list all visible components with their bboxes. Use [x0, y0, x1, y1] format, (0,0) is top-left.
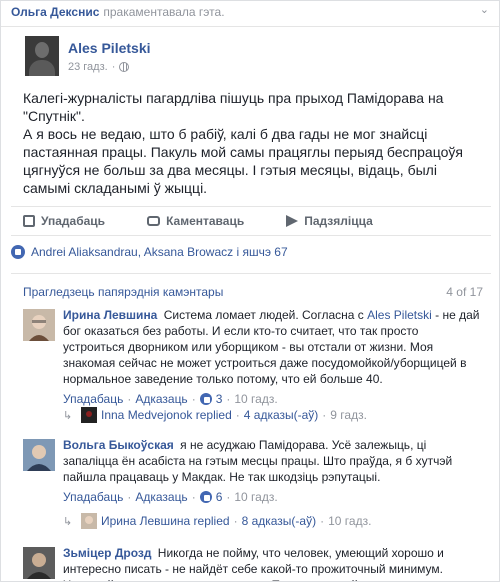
- likes-summary[interactable]: Andrei Aliaksandrau, Aksana Browacz і яш…: [11, 245, 491, 259]
- commenter-avatar[interactable]: [23, 439, 55, 471]
- activity-user-link[interactable]: Ольга Декснис: [11, 5, 99, 26]
- comments-count: 4 of 17: [446, 285, 483, 299]
- comment-reply-link[interactable]: Адказаць: [135, 391, 187, 407]
- reply-time: 9 гадз.: [330, 408, 367, 422]
- comment-body: Ирина Левшина Система ломает людей. Согл…: [63, 307, 483, 407]
- replier-avatar: [81, 407, 97, 423]
- reply-arrow-icon: ↳: [63, 409, 73, 422]
- like-badge-icon: [199, 393, 212, 405]
- comment-time[interactable]: 10 гадз.: [234, 391, 277, 407]
- replies-row[interactable]: ↳ Inna Medvejonok replied · 4 адказы(-аў…: [63, 407, 483, 423]
- comment-body: Вольга Быкоўская я не асуджаю Памідорава…: [63, 437, 483, 505]
- like-label: Упадабаць: [41, 214, 106, 228]
- replies-count[interactable]: 4 адказы(-аў): [244, 408, 319, 422]
- comment-icon: [147, 216, 161, 226]
- thumbs-up-icon: [23, 215, 35, 227]
- commenter-name[interactable]: Зьміцер Дрозд: [63, 546, 151, 560]
- commenter-name[interactable]: Вольга Быкоўская: [63, 438, 174, 452]
- comment-body: Зьміцер Дрозд Никогда не пойму, что чело…: [63, 545, 483, 581]
- commenter-avatar[interactable]: [23, 547, 55, 579]
- mention-link[interactable]: Ales Piletski: [367, 308, 432, 322]
- replier-name[interactable]: Inna Medvejonok replied: [101, 408, 232, 422]
- like-badge-icon: [11, 245, 25, 259]
- comment-actions: Упадабаць · Адказаць · 6 · 10 гадз.: [63, 489, 278, 505]
- post-text: Калегі-журналісты пагардліва пішуць пра …: [23, 89, 483, 197]
- activity-strip: Ольга Декснис пракаментавала гэта. ⌄: [1, 1, 499, 27]
- meta-dot: ·: [111, 61, 116, 73]
- chevron-down-icon[interactable]: ⌄: [480, 3, 489, 26]
- post-paragraph: Калегі-журналісты пагардліва пішуць пра …: [23, 90, 444, 124]
- reply-time: 10 гадз.: [328, 514, 372, 528]
- like-button[interactable]: Упадабаць: [11, 214, 105, 228]
- likes-text[interactable]: Andrei Aliaksandrau, Aksana Browacz і яш…: [31, 245, 288, 259]
- globe-icon: [119, 62, 130, 72]
- comment-text: Система ломает людей. Согласна с: [163, 308, 368, 322]
- post-actions: Упадабаць Каментаваць Падзяліцца: [11, 206, 491, 236]
- post-card: Ольга Декснис пракаментавала гэта. ⌄ Ale…: [0, 0, 500, 582]
- comment-like-count[interactable]: 3: [216, 391, 223, 407]
- replies-row[interactable]: ↳ Ирина Левшина replied · 8 адказы(-аў) …: [63, 513, 483, 529]
- comments-header: Прагледзець папярэднія камэнтары 4 of 17: [23, 285, 483, 299]
- comment-actions: Упадабаць · Адказаць · 3 · 10 гадз.: [63, 391, 278, 407]
- comment-reply-link[interactable]: Адказаць: [135, 489, 187, 505]
- replies-count[interactable]: 8 адказы(-аў): [242, 514, 317, 528]
- share-label: Падзяліцца: [304, 214, 373, 228]
- share-icon: [286, 215, 299, 227]
- comment-button[interactable]: Каментаваць: [135, 214, 244, 228]
- comment-like-count[interactable]: 6: [216, 489, 223, 505]
- view-previous-comments-link[interactable]: Прагледзець папярэднія камэнтары: [23, 285, 223, 299]
- post-author[interactable]: Ales Piletski: [68, 40, 151, 56]
- replier-name[interactable]: Ирина Левшина replied: [101, 514, 230, 528]
- replier-avatar: [81, 513, 97, 529]
- comment-label: Каментаваць: [166, 214, 245, 228]
- activity-text: пракаментавала гэта.: [103, 5, 225, 19]
- commenter-avatar[interactable]: [23, 309, 55, 341]
- commenter-name[interactable]: Ирина Левшина: [63, 308, 157, 322]
- like-badge-icon: [199, 491, 212, 503]
- reply-arrow-icon: ↳: [63, 515, 73, 528]
- comment-like-link[interactable]: Упадабаць: [63, 489, 123, 505]
- post-time[interactable]: 23 гадз.: [68, 61, 108, 73]
- post-paragraph: А я вось не ведаю, што б рабіў, калі б д…: [23, 126, 463, 196]
- share-button[interactable]: Падзяліцца: [274, 214, 373, 228]
- author-avatar[interactable]: [25, 36, 59, 76]
- post-meta: 23 гадз. ·: [68, 61, 130, 73]
- comment-like-link[interactable]: Упадабаць: [63, 391, 123, 407]
- comment-time[interactable]: 10 гадз.: [234, 489, 277, 505]
- divider: [11, 273, 491, 274]
